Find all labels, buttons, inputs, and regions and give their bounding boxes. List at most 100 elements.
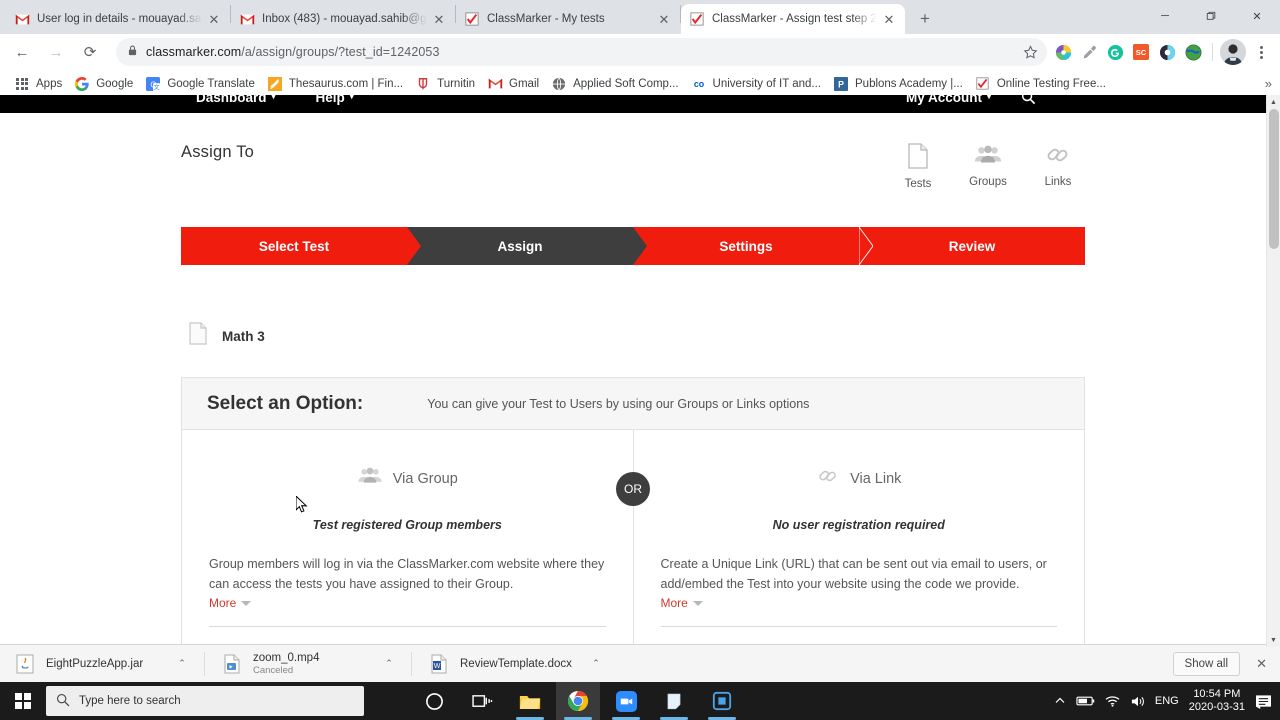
classmarker-icon xyxy=(689,11,705,27)
wifi-icon[interactable] xyxy=(1105,695,1120,707)
step-settings[interactable]: Settings xyxy=(633,227,873,265)
dark-circle-icon[interactable] xyxy=(1155,40,1179,64)
avatar[interactable] xyxy=(1220,39,1246,65)
bookmark-apps[interactable]: Apps xyxy=(8,73,68,95)
bookmark-star-icon[interactable] xyxy=(1017,39,1043,65)
taskbar-search-input[interactable]: Type here to search xyxy=(46,686,364,716)
close-icon[interactable]: ✕ xyxy=(881,11,897,27)
chrome-menu-button[interactable] xyxy=(1250,39,1272,65)
tray-language[interactable]: ENG xyxy=(1155,695,1179,707)
download-item[interactable]: W ReviewTemplate.docx ⌃ xyxy=(420,650,610,678)
header-shortcut-tests[interactable]: Tests xyxy=(894,143,942,190)
tray-clock[interactable]: 10:54 PM 2020-03-31 xyxy=(1189,688,1245,714)
task-view-icon[interactable] xyxy=(460,682,504,720)
publons-icon: P xyxy=(833,76,849,92)
minimize-button[interactable]: ─ xyxy=(1142,0,1188,32)
browser-tab-active[interactable]: ClassMarker - Assign test step 2 ✕ xyxy=(681,4,905,34)
battery-icon[interactable] xyxy=(1076,695,1095,707)
scrollbar-thumb[interactable] xyxy=(1269,109,1279,249)
bookmark-label: Applied Soft Comp... xyxy=(573,77,679,90)
bookmark-label: Apps xyxy=(36,77,63,90)
nav-help[interactable]: Help ▾ xyxy=(316,95,354,105)
volume-icon[interactable] xyxy=(1130,695,1145,708)
close-window-button[interactable]: ✕ xyxy=(1234,0,1280,32)
bookmark-applied-soft-comp[interactable]: Applied Soft Comp... xyxy=(545,73,684,95)
browser-toolbar: ← → ⟳ classmarker.com/a/assign/groups/?t… xyxy=(0,34,1280,70)
notification-icon[interactable] xyxy=(1255,694,1272,709)
address-bar[interactable]: classmarker.com/a/assign/groups/?test_id… xyxy=(116,38,1047,66)
file-explorer-icon[interactable] xyxy=(508,682,552,720)
chevron-up-icon[interactable]: ⌃ xyxy=(586,658,606,669)
bookmark-online-testing[interactable]: Online Testing Free... xyxy=(969,73,1112,95)
link-icon xyxy=(816,466,840,491)
download-name: EightPuzzleApp.jar xyxy=(46,657,144,670)
scroll-up-icon[interactable]: ▲ xyxy=(1267,95,1280,109)
download-name: ReviewTemplate.docx xyxy=(460,657,572,670)
bookmark-thesaurus[interactable]: Thesaurus.com | Fin... xyxy=(261,73,409,95)
tab-title: ClassMarker - My tests xyxy=(487,13,605,25)
browser-tab[interactable]: ClassMarker - My tests ✕ xyxy=(456,4,680,34)
step-assign[interactable]: Assign xyxy=(407,227,647,265)
bookmark-publons[interactable]: P Publons Academy |... xyxy=(827,73,969,95)
search-icon[interactable] xyxy=(1021,95,1036,105)
nav-my-account[interactable]: My Account ▾ xyxy=(906,95,991,105)
start-button[interactable] xyxy=(0,682,46,720)
chevron-up-icon[interactable]: ⌃ xyxy=(379,658,399,669)
download-item[interactable]: EightPuzzleApp.jar ⌃ xyxy=(6,650,196,678)
option-link-more-link[interactable]: More xyxy=(661,596,703,610)
browser-tab[interactable]: Inbox (483) - mouayad.sahib@gm ✕ xyxy=(231,4,455,34)
page-scrollbar[interactable]: ▲ ▼ xyxy=(1266,95,1280,647)
cortana-icon[interactable] xyxy=(412,682,456,720)
bookmark-google[interactable]: Google xyxy=(68,73,139,95)
new-tab-button[interactable]: + xyxy=(911,4,939,32)
site-nav-left: Dashboard ▾ Help ▾ xyxy=(196,95,354,105)
download-item[interactable]: zoom_0.mp4 Canceled ⌃ xyxy=(213,650,403,678)
close-downloads-bar-icon[interactable]: ✕ xyxy=(1256,656,1267,672)
chrome-icon[interactable] xyxy=(556,682,600,720)
globe-icon[interactable] xyxy=(1181,40,1205,64)
app-icon[interactable] xyxy=(700,682,744,720)
download-info: zoom_0.mp4 Canceled xyxy=(253,652,379,676)
lock-icon xyxy=(128,45,137,59)
download-separator xyxy=(204,651,205,676)
chevron-down-icon: ▾ xyxy=(271,95,276,101)
more-label: More xyxy=(209,596,237,610)
bookmark-turnitin[interactable]: Turnitin xyxy=(409,73,481,95)
color-wheel-icon[interactable] xyxy=(1051,40,1075,64)
grammarly-icon[interactable] xyxy=(1103,40,1127,64)
bookmark-label: Thesaurus.com | Fin... xyxy=(288,77,404,90)
java-file-icon xyxy=(16,654,34,674)
close-icon[interactable]: ✕ xyxy=(656,11,672,27)
chevron-up-icon[interactable]: ⌃ xyxy=(172,658,192,669)
bookmark-google-translate[interactable]: G文 Google Translate xyxy=(139,73,261,95)
reload-icon[interactable]: ⟳ xyxy=(76,38,104,66)
step-select-test[interactable]: Select Test xyxy=(181,227,421,265)
eyedropper-icon[interactable] xyxy=(1077,40,1101,64)
header-shortcut-groups[interactable]: Groups xyxy=(964,143,1012,190)
nav-help-label: Help xyxy=(315,95,345,105)
forward-icon[interactable]: → xyxy=(42,38,70,66)
bookmark-gmail[interactable]: Gmail xyxy=(481,73,545,95)
tray-overflow-icon[interactable] xyxy=(1054,695,1066,707)
screencastify-icon[interactable]: SC xyxy=(1129,40,1153,64)
sticky-notes-icon[interactable] xyxy=(652,682,696,720)
zoom-icon[interactable] xyxy=(604,682,648,720)
show-all-downloads-button[interactable]: Show all xyxy=(1172,651,1240,676)
close-icon[interactable]: ✕ xyxy=(206,11,222,27)
back-icon[interactable]: ← xyxy=(8,38,36,66)
svg-text:文: 文 xyxy=(154,83,160,90)
scroll-down-icon[interactable]: ▼ xyxy=(1267,633,1280,647)
header-shortcut-links[interactable]: Links xyxy=(1034,143,1082,190)
bookmark-university-of-it[interactable]: co University of IT and... xyxy=(685,73,827,95)
maximize-button[interactable] xyxy=(1188,0,1234,32)
nav-dashboard[interactable]: Dashboard ▾ xyxy=(196,95,276,105)
bookmark-label: Google xyxy=(96,77,134,90)
step-review[interactable]: Review xyxy=(859,227,1085,265)
close-icon[interactable]: ✕ xyxy=(431,11,447,27)
option-group-more-link[interactable]: More xyxy=(209,596,252,610)
option-group-title: Via Group xyxy=(392,470,458,487)
header-shortcut-label: Groups xyxy=(969,176,1007,188)
classmarker-icon xyxy=(464,11,480,27)
browser-tab[interactable]: User log in details - mouayad.sah ✕ xyxy=(6,4,230,34)
bookmarks-overflow-button[interactable]: » xyxy=(1265,76,1272,91)
